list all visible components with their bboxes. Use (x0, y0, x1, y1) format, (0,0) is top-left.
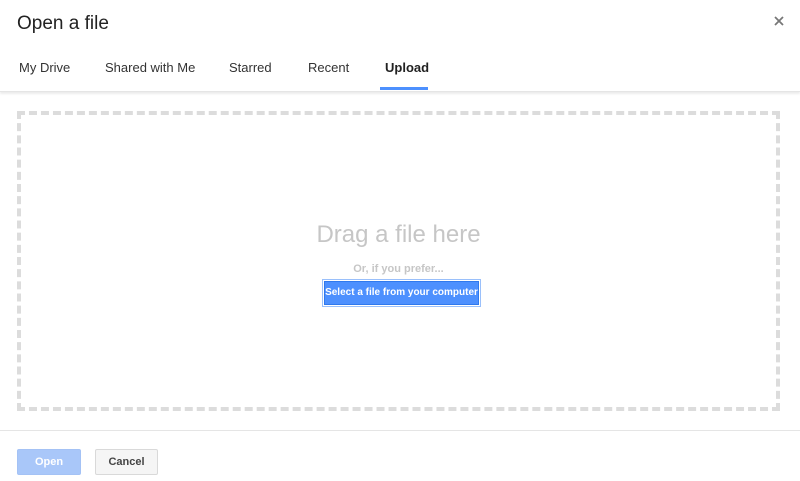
open-file-dialog: Open a file My Drive Shared with Me Star… (0, 0, 800, 481)
tab-upload[interactable]: Upload (385, 46, 429, 90)
upload-dropzone[interactable]: Drag a file here Or, if you prefer... Se… (17, 111, 780, 411)
active-tab-indicator (380, 87, 428, 90)
tab-my-drive[interactable]: My Drive (19, 46, 70, 90)
cancel-button[interactable]: Cancel (95, 449, 158, 475)
open-button[interactable]: Open (17, 449, 81, 475)
select-file-button[interactable]: Select a file from your computer (322, 279, 481, 307)
close-icon[interactable] (772, 14, 786, 28)
dialog-title: Open a file (17, 13, 109, 34)
tab-recent[interactable]: Recent (308, 46, 349, 90)
drag-instruction: Drag a file here (316, 221, 481, 248)
tab-bar: My Drive Shared with Me Starred Recent U… (0, 46, 800, 92)
or-prefer-text: Or, if you prefer... (353, 263, 444, 275)
tab-shared-with-me[interactable]: Shared with Me (105, 46, 195, 90)
tab-starred[interactable]: Starred (229, 46, 272, 90)
dialog-footer: Open Cancel (0, 430, 800, 481)
